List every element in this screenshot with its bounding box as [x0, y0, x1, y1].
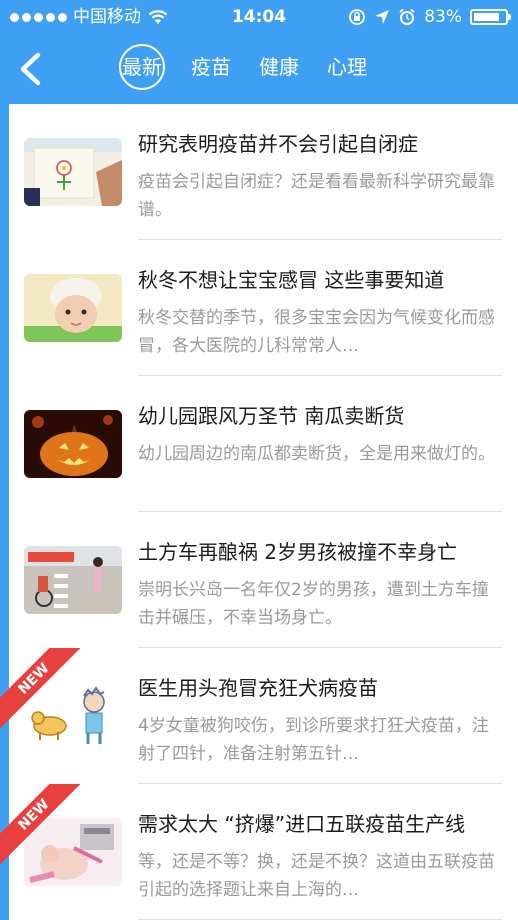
article-summary: 崇明长兴岛一名年仅2岁的男孩，遭到土方车撞击并碾压，不幸当场身亡。	[138, 580, 489, 628]
item-accent-bar	[0, 512, 9, 648]
article-list: 研究表明疫苗并不会引起自闭症 疫苗会引起自闭症？还是看看最新科学研究最靠谱。 秋…	[0, 104, 518, 920]
article-thumbnail	[24, 818, 122, 886]
tab-health[interactable]: 健康	[259, 44, 299, 90]
article-title: 秋冬不想让宝宝感冒 这些事要知道	[138, 268, 445, 292]
article-thumbnail	[24, 138, 122, 206]
article-summary: 疫苗会引起自闭症？还是看看最新科学研究最靠谱。	[138, 172, 495, 220]
article-title: 土方车再酿祸 2岁男孩被撞不幸身亡	[138, 540, 458, 564]
article-title: 需求太大 “挤爆”进口五联疫苗生产线	[138, 812, 466, 836]
article-thumbnail	[24, 682, 122, 750]
item-accent-bar	[0, 240, 9, 376]
top-bar: 中国移动 14:04 83% 最新 疫苗 健康 心理	[0, 0, 518, 104]
item-accent-bar	[0, 104, 9, 240]
article-summary: 秋冬交替的季节，很多宝宝会因为气候变化而感冒，各大医院的儿科常常人…	[138, 308, 495, 356]
tab-psychology[interactable]: 心理	[327, 44, 367, 90]
category-tabs: 最新 疫苗 健康 心理	[115, 44, 395, 90]
article-item[interactable]: 幼儿园跟风万圣节 南瓜卖断货 幼儿园周边的南瓜都卖断货，全是用来做灯的。	[0, 376, 518, 512]
article-item[interactable]: NEW 医生用头孢冒充狂犬病疫苗 4岁女童被狗咬伤，到诊所要求打狂犬疫苗，注射了…	[0, 648, 518, 784]
tab-vaccine[interactable]: 疫苗	[191, 44, 231, 90]
article-summary: 幼儿园周边的南瓜都卖断货，全是用来做灯的。	[138, 444, 495, 464]
article-title: 研究表明疫苗并不会引起自闭症	[138, 132, 418, 156]
lock-rotation-icon	[349, 9, 366, 25]
article-thumbnail	[24, 410, 122, 478]
battery-icon	[470, 9, 511, 25]
status-right: 83%	[348, 0, 511, 34]
article-title: 幼儿园跟风万圣节 南瓜卖断货	[138, 404, 405, 428]
article-item[interactable]: 研究表明疫苗并不会引起自闭症 疫苗会引起自闭症？还是看看最新科学研究最靠谱。	[0, 104, 518, 240]
back-chevron-icon[interactable]	[10, 47, 54, 91]
location-arrow-icon	[375, 10, 390, 24]
article-item[interactable]: 秋冬不想让宝宝感冒 这些事要知道 秋冬交替的季节，很多宝宝会因为气候变化而感冒，…	[0, 240, 518, 376]
status-bar: 中国移动 14:04 83%	[0, 0, 518, 34]
tab-latest[interactable]: 最新	[119, 44, 165, 90]
article-title: 医生用头孢冒充狂犬病疫苗	[138, 676, 378, 700]
item-accent-bar	[0, 648, 9, 784]
article-thumbnail	[24, 274, 122, 342]
article-summary: 等，还是不等？换，还是不换？这道由五联疫苗引起的选择题让来自上海的…	[138, 852, 495, 900]
alarm-icon	[399, 8, 415, 25]
item-accent-bar	[0, 784, 9, 920]
article-summary: 4岁女童被狗咬伤，到诊所要求打狂犬疫苗，注射了四针，准备注射第五针…	[138, 716, 489, 764]
battery-percent: 83%	[424, 7, 462, 27]
article-item[interactable]: NEW 需求太大 “挤爆”进口五联疫苗生产线 等，还是不等？换，还是不换？这道由…	[0, 784, 518, 920]
article-item[interactable]: 土方车再酿祸 2岁男孩被撞不幸身亡 崇明长兴岛一名年仅2岁的男孩，遭到土方车撞击…	[0, 512, 518, 648]
item-accent-bar	[0, 376, 9, 512]
battery-fill	[474, 13, 499, 21]
article-thumbnail	[24, 546, 122, 614]
nav-bar: 最新 疫苗 健康 心理	[0, 34, 518, 104]
